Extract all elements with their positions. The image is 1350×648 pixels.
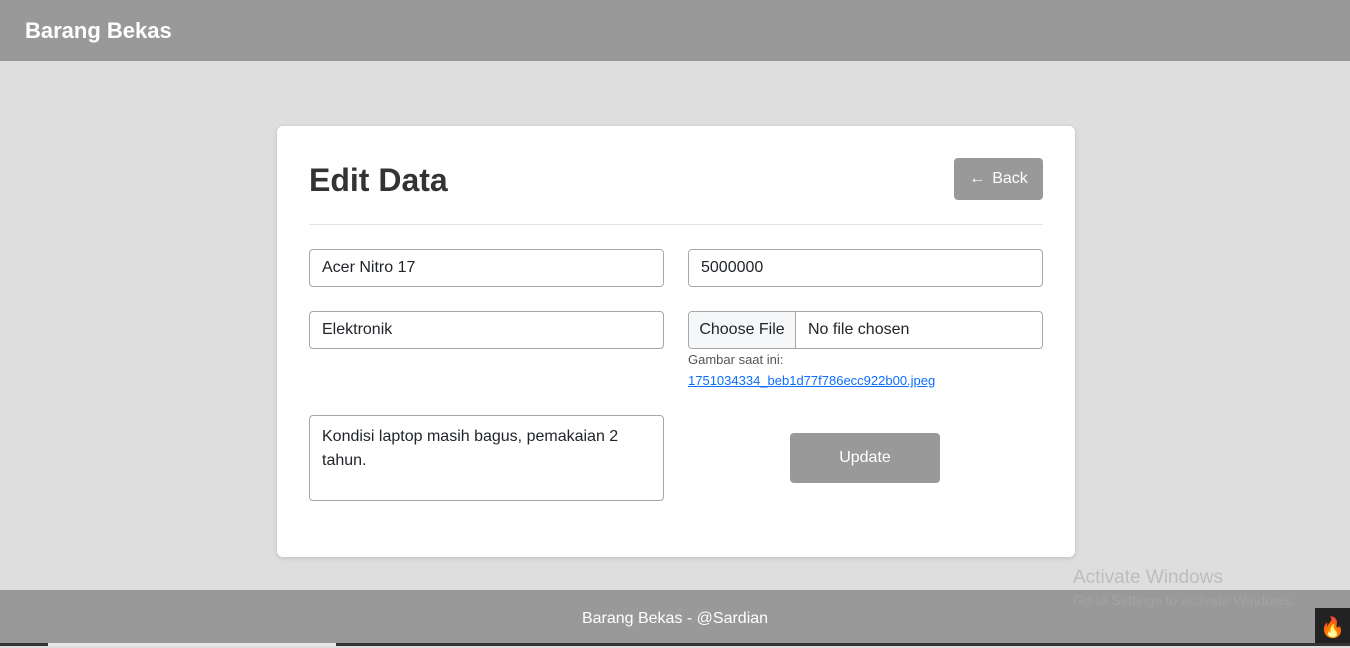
- back-label: Back: [992, 170, 1028, 187]
- watermark-subtitle: Go to Settings to activate Windows.: [1073, 592, 1294, 608]
- price-input[interactable]: 5000000: [688, 249, 1043, 287]
- name-input[interactable]: Acer Nitro 17: [309, 249, 664, 287]
- edit-card: Edit Data ← Back Acer Nitro 17 5000000 El…: [277, 126, 1075, 557]
- navbar: Barang Bekas: [0, 0, 1350, 61]
- brand[interactable]: Barang Bekas: [25, 18, 172, 44]
- current-image-label: Gambar saat ini:: [688, 352, 784, 367]
- file-status: No file chosen: [808, 321, 910, 338]
- description-textarea[interactable]: Kondisi laptop masih bagus, pemakaian 2 …: [309, 415, 664, 501]
- choose-file-button[interactable]: Choose File: [689, 312, 796, 348]
- category-input[interactable]: Elektronik: [309, 311, 664, 349]
- flame-icon[interactable]: 🔥: [1315, 608, 1350, 646]
- update-button[interactable]: Update: [790, 433, 940, 483]
- divider: [309, 224, 1043, 225]
- arrow-left-icon: ←: [969, 170, 986, 187]
- file-input[interactable]: Choose File No file chosen: [688, 311, 1043, 349]
- current-image-link[interactable]: 1751034334_beb1d77f786ecc922b00.jpeg: [688, 373, 935, 388]
- back-button[interactable]: ← Back: [954, 158, 1043, 200]
- page-title: Edit Data: [309, 162, 448, 198]
- watermark-title: Activate Windows: [1073, 567, 1223, 588]
